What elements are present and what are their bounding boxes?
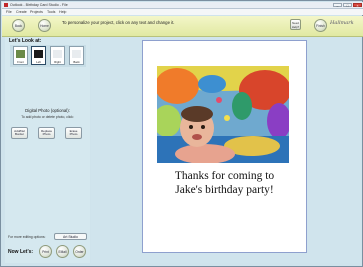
close-button[interactable]: ×	[353, 3, 362, 8]
thumbnail-label: Back	[73, 60, 80, 64]
digital-photo-subtitle: To add photo or delete photo, click:	[21, 115, 74, 119]
menu-tools[interactable]: Tools	[47, 9, 55, 15]
window-title: Outlook - Birthday Card Studio - File	[10, 3, 68, 7]
erase-photo-button[interactable]: Erase Photo	[65, 127, 82, 139]
page-thumbnails: Front Left Right Back	[10, 45, 86, 67]
app-icon	[4, 3, 8, 7]
finish-button[interactable]: Finish	[314, 19, 327, 32]
baby-photo[interactable]	[157, 66, 289, 163]
hallmark-logo: Hallmark	[330, 20, 354, 26]
toolbar: Back Home To personalize your project, c…	[2, 16, 363, 37]
print-button[interactable]: Print	[39, 245, 52, 258]
now-lets-heading: Now Let's:	[8, 249, 34, 255]
thumbnail-label: Left	[36, 60, 41, 64]
card-canvas-area: Thanks for coming to Jake's birthday par…	[91, 37, 361, 263]
instruction-text: To personalize your project, click on an…	[62, 20, 175, 25]
lets-look-at-heading: Let's Look at:	[9, 38, 42, 44]
need-help-button[interactable]: Need Help?	[290, 19, 301, 30]
left-panel: Let's Look at: Front Left Right Back Dig…	[5, 37, 90, 263]
replace-photo-button[interactable]: Replace Photo	[38, 127, 55, 139]
menu-bar: File Create Projects Tools Help	[2, 9, 363, 15]
thumbnail-left[interactable]: Left	[31, 46, 46, 65]
caption-line-1[interactable]: Thanks for coming to	[143, 169, 306, 183]
add-del-border-button[interactable]: Add/Del Border	[11, 127, 28, 139]
thumbnail-image	[72, 50, 81, 58]
app-window: Outlook - Birthday Card Studio - File – …	[0, 0, 363, 267]
menu-help[interactable]: Help	[59, 9, 66, 15]
art-studio-button[interactable]: Art Studio	[54, 233, 87, 240]
more-options-text: For more editing options:	[8, 235, 46, 239]
title-bar: Outlook - Birthday Card Studio - File – …	[2, 2, 363, 9]
card-page[interactable]: Thanks for coming to Jake's birthday par…	[142, 40, 307, 253]
thumbnail-image	[34, 50, 43, 58]
photo-image	[157, 66, 289, 163]
thumbnail-image	[16, 50, 25, 58]
thumbnail-image	[53, 50, 62, 58]
back-button[interactable]: Back	[12, 19, 25, 32]
thumbnail-right[interactable]: Right	[50, 46, 65, 65]
home-button[interactable]: Home	[38, 19, 51, 32]
order-button[interactable]: Order	[73, 245, 86, 258]
email-button[interactable]: EMail	[56, 245, 69, 258]
menu-file[interactable]: File	[6, 9, 12, 15]
menu-projects[interactable]: Projects	[30, 9, 43, 15]
menu-create[interactable]: Create	[16, 9, 27, 15]
minimize-button[interactable]: –	[333, 3, 342, 8]
thumbnail-label: Front	[17, 60, 24, 64]
thumbnail-label: Right	[54, 60, 61, 64]
card-caption[interactable]: Thanks for coming to Jake's birthday par…	[143, 169, 306, 197]
digital-photo-title: Digital Photo (optional):	[25, 108, 70, 113]
caption-line-2[interactable]: Jake's birthday party!	[143, 183, 306, 197]
thumbnail-back[interactable]: Back	[69, 46, 84, 65]
thumbnail-front[interactable]: Front	[13, 46, 28, 65]
maximize-button[interactable]: □	[343, 3, 352, 8]
